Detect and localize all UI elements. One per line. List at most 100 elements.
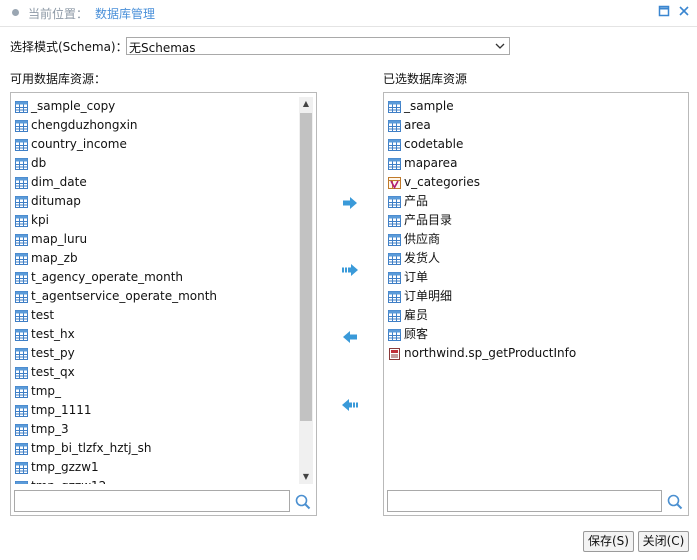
list-item[interactable]: tmp_1111 xyxy=(15,401,297,420)
location-dot-icon xyxy=(12,9,19,16)
list-item[interactable]: 订单明细 xyxy=(388,287,684,306)
available-list[interactable]: _sample_copy chengduzhongxin country_incom… xyxy=(15,97,297,484)
list-item[interactable]: tmp_gzzw1 xyxy=(15,458,297,477)
list-item[interactable]: codetable xyxy=(388,135,684,154)
move-right-icon[interactable] xyxy=(341,196,359,210)
list-item-label: test_py xyxy=(31,346,75,360)
table-icon xyxy=(15,195,28,208)
search-icon[interactable] xyxy=(666,493,684,511)
schema-select[interactable]: 无Schemas xyxy=(126,37,510,55)
table-icon xyxy=(388,138,401,151)
list-item[interactable]: map_zb xyxy=(15,249,297,268)
list-item[interactable]: country_income xyxy=(15,135,297,154)
move-left-icon[interactable] xyxy=(341,330,359,344)
list-item[interactable]: test_hx xyxy=(15,325,297,344)
save-button[interactable]: 保存(S) xyxy=(583,531,634,552)
list-item-label: tmp_3 xyxy=(31,422,69,436)
list-item[interactable]: dim_date xyxy=(15,173,297,192)
list-item-label: v_categories xyxy=(404,175,481,189)
list-item-label: ditumap xyxy=(31,194,81,208)
table-icon xyxy=(15,423,28,436)
table-icon xyxy=(15,328,28,341)
list-item[interactable]: t_agency_operate_month xyxy=(15,268,297,287)
list-item-label: 雇员 xyxy=(404,308,429,322)
list-item-label: t_agentservice_operate_month xyxy=(31,289,218,303)
chevron-down-icon xyxy=(495,43,505,49)
list-item[interactable]: test_qx xyxy=(15,363,297,382)
available-label: 可用数据库资源： xyxy=(10,72,107,86)
list-item[interactable]: chengduzhongxin xyxy=(15,116,297,135)
list-item-label: map_luru xyxy=(31,232,88,246)
list-item[interactable]: tmp_3 xyxy=(15,420,297,439)
list-item[interactable]: t_agentservice_operate_month xyxy=(15,287,297,306)
list-item[interactable]: map_luru xyxy=(15,230,297,249)
list-item-label: tmp_bi_tlzfx_hztj_sh xyxy=(31,441,152,455)
list-item[interactable]: 订单 xyxy=(388,268,684,287)
table-icon xyxy=(15,480,28,484)
list-item-label: 订单明细 xyxy=(404,289,453,303)
list-item[interactable]: test xyxy=(15,306,297,325)
maximize-icon[interactable] xyxy=(657,5,671,19)
list-item-label: _sample xyxy=(404,99,454,113)
list-item[interactable]: 发货人 xyxy=(388,249,684,268)
scroll-thumb[interactable] xyxy=(300,113,312,421)
list-item-label: 产品目录 xyxy=(404,213,453,227)
list-item[interactable]: 产品目录 xyxy=(388,211,684,230)
list-item-label: tmp_gzzw1 xyxy=(31,460,99,474)
available-search-input[interactable] xyxy=(14,490,290,512)
list-item[interactable]: 产品 xyxy=(388,192,684,211)
selected-search-input[interactable] xyxy=(387,490,662,512)
table-icon xyxy=(15,119,28,132)
list-item[interactable]: db xyxy=(15,154,297,173)
list-item-label: 产品 xyxy=(404,194,429,208)
schema-label: 选择模式(Schema)： xyxy=(10,40,128,54)
list-item[interactable]: tmp_ xyxy=(15,382,297,401)
location-prefix: 当前位置： xyxy=(28,7,89,21)
table-icon xyxy=(15,252,28,265)
table-icon xyxy=(388,214,401,227)
list-item[interactable]: maparea xyxy=(388,154,684,173)
selected-list[interactable]: _samplearea codetable maparea v_categories 产… xyxy=(388,97,684,484)
list-item[interactable]: kpi xyxy=(15,211,297,230)
close-icon[interactable] xyxy=(677,5,691,19)
list-item-label: db xyxy=(31,156,47,170)
table-icon xyxy=(15,290,28,303)
table-icon xyxy=(388,271,401,284)
close-button[interactable]: 关闭(C) xyxy=(638,531,689,552)
scroll-down-icon[interactable]: ▼ xyxy=(299,470,313,484)
list-item[interactable]: 雇员 xyxy=(388,306,684,325)
table-icon xyxy=(15,309,28,322)
table-icon xyxy=(15,138,28,151)
list-item[interactable]: ditumap xyxy=(15,192,297,211)
list-item[interactable]: 供应商 xyxy=(388,230,684,249)
list-item[interactable]: _sample xyxy=(388,97,684,116)
scroll-up-icon[interactable]: ▲ xyxy=(299,97,313,111)
list-item-label: test_qx xyxy=(31,365,75,379)
table-icon xyxy=(388,233,401,246)
list-item-label: 发货人 xyxy=(404,251,441,265)
list-item[interactable]: tmp_gzzw12 xyxy=(15,477,297,484)
table-icon xyxy=(15,366,28,379)
list-item[interactable]: v_categories xyxy=(388,173,684,192)
list-item-label: tmp_1111 xyxy=(31,403,92,417)
table-icon xyxy=(15,442,28,455)
list-item-label: area xyxy=(404,118,431,132)
available-scrollbar[interactable]: ▲ ▼ xyxy=(299,97,313,484)
list-item-label: test_hx xyxy=(31,327,75,341)
list-item[interactable]: northwind.sp_getProductInfo xyxy=(388,344,684,363)
list-item[interactable]: _sample_copy xyxy=(15,97,297,116)
list-item-label: northwind.sp_getProductInfo xyxy=(404,346,577,360)
list-item-label: maparea xyxy=(404,156,458,170)
table-icon xyxy=(388,119,401,132)
table-icon xyxy=(15,100,28,113)
list-item[interactable]: tmp_bi_tlzfx_hztj_sh xyxy=(15,439,297,458)
table-icon xyxy=(15,176,28,189)
list-item[interactable]: 顾客 xyxy=(388,325,684,344)
move-all-right-icon[interactable] xyxy=(341,263,359,277)
list-item[interactable]: test_py xyxy=(15,344,297,363)
list-item[interactable]: area xyxy=(388,116,684,135)
move-all-left-icon[interactable] xyxy=(341,398,359,412)
list-item-label: tmp_gzzw12 xyxy=(31,479,106,484)
search-icon[interactable] xyxy=(294,493,312,511)
table-icon xyxy=(15,214,28,227)
